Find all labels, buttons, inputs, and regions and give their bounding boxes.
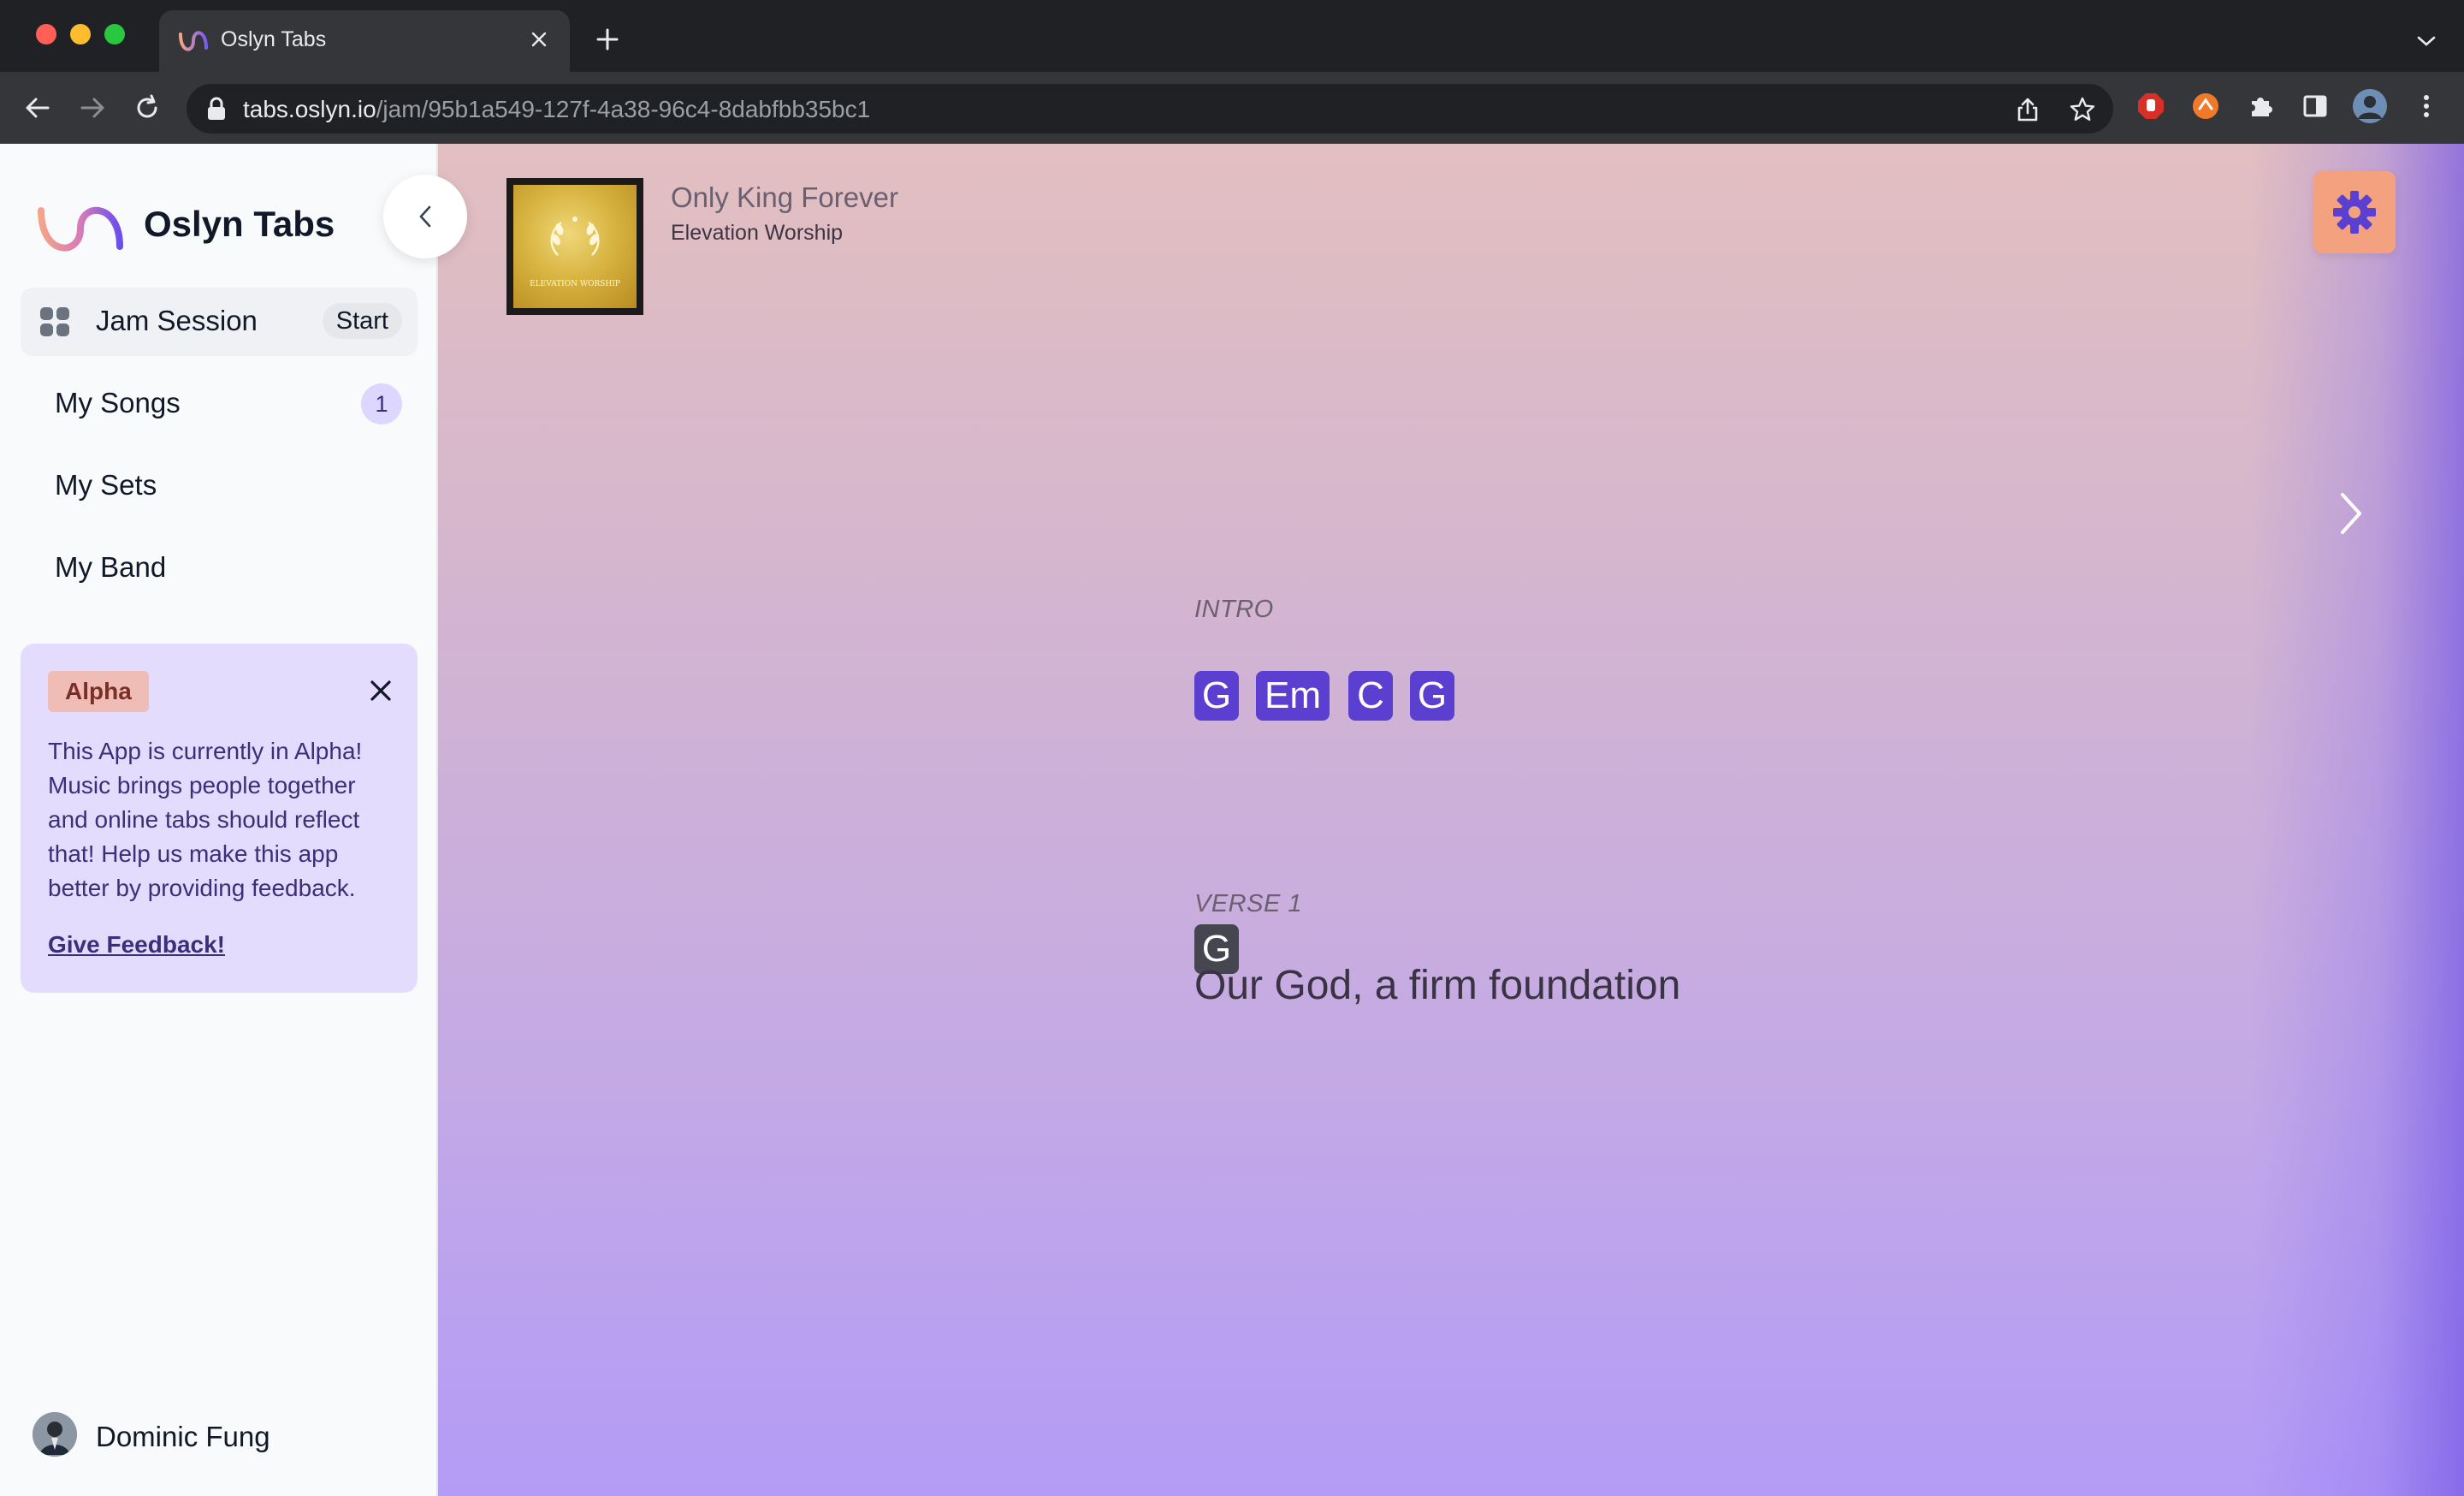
back-arrow-icon[interactable] <box>19 89 56 127</box>
gear-icon <box>2333 191 2376 234</box>
sidebar: Oslyn Tabs Jam Session Start My Songs 1 … <box>0 144 438 1496</box>
sidebar-item-label: Jam Session <box>96 305 258 336</box>
laurel-emblem-icon: ELEVATION WORSHIP <box>530 217 620 288</box>
settings-button[interactable] <box>2313 171 2396 253</box>
user-name: Dominic Fung <box>96 1421 270 1452</box>
chord-chip[interactable]: G <box>1410 671 1454 721</box>
browser-menu-icon[interactable] <box>2408 87 2445 125</box>
section-label-intro: INTRO <box>1194 596 1274 623</box>
next-section-chevron-icon[interactable] <box>2325 479 2377 548</box>
chord-chip[interactable]: C <box>1348 671 1393 721</box>
start-badge: Start <box>322 303 402 339</box>
avatar <box>33 1412 77 1457</box>
chord-chip[interactable]: Em <box>1256 671 1330 721</box>
edge-gradient <box>2250 144 2464 1496</box>
close-icon[interactable] <box>368 678 394 703</box>
section-label-verse-1: VERSE 1 <box>1194 890 1302 917</box>
album-art: ELEVATION WORSHIP <box>506 178 643 315</box>
address-bar[interactable]: tabs.oslyn.io/jam/95b1a549-127f-4a38-96c… <box>187 84 2113 134</box>
alpha-badge: Alpha <box>48 671 149 712</box>
adblock-extension-icon[interactable] <box>2132 87 2170 125</box>
new-tab-icon[interactable] <box>590 22 625 56</box>
profile-avatar-icon[interactable] <box>2351 87 2389 125</box>
sidebar-item-label: My Band <box>55 551 167 583</box>
oslyn-favicon-icon <box>179 31 208 51</box>
browser-tab[interactable]: Oslyn Tabs <box>159 10 570 72</box>
album-art-text: ELEVATION WORSHIP <box>530 280 620 288</box>
window-minimize-button[interactable] <box>70 24 91 45</box>
url-host: tabs.oslyn.io <box>243 96 376 122</box>
tab-search-chevron-icon[interactable] <box>2411 26 2442 56</box>
browser-tab-bar: Oslyn Tabs <box>0 0 2464 72</box>
brand-name: Oslyn Tabs <box>144 204 335 244</box>
browser-toolbar: tabs.oslyn.io/jam/95b1a549-127f-4a38-96c… <box>0 72 2464 144</box>
lock-icon <box>208 97 225 120</box>
tab-close-icon[interactable] <box>522 22 556 56</box>
bookmark-star-icon[interactable] <box>2067 94 2098 125</box>
give-feedback-link[interactable]: Give Feedback! <box>48 931 225 959</box>
url-text[interactable]: tabs.oslyn.io/jam/95b1a549-127f-4a38-96c… <box>243 96 870 123</box>
sidebar-item-jam-session[interactable]: Jam Session Start <box>21 288 418 356</box>
orange-extension-icon[interactable] <box>2187 87 2224 125</box>
lyric-line: Our God, a firm foundation <box>1194 963 1681 1008</box>
jam-session-view: ELEVATION WORSHIP Only King Forever Elev… <box>438 144 2464 1496</box>
alpha-notice-card: Alpha This App is currently in Alpha! Mu… <box>21 644 418 993</box>
sidebar-item-label: My Sets <box>55 469 157 501</box>
window-close-button[interactable] <box>36 24 56 45</box>
sidebar-item-my-songs[interactable]: My Songs 1 <box>21 370 418 438</box>
window-zoom-button[interactable] <box>104 24 125 45</box>
collapse-sidebar-button[interactable] <box>383 175 467 258</box>
grid-icon <box>40 307 69 336</box>
sidebar-item-label: My Songs <box>55 387 181 419</box>
share-icon[interactable] <box>2012 94 2043 125</box>
chord-chip[interactable]: G <box>1194 671 1239 721</box>
extensions-puzzle-icon[interactable] <box>2242 87 2279 125</box>
forward-arrow-icon[interactable] <box>74 89 111 127</box>
oslyn-logo-icon <box>38 206 123 252</box>
reload-icon[interactable] <box>128 89 166 127</box>
song-title: Only King Forever <box>671 181 898 213</box>
app-root: Oslyn Tabs Jam Session Start My Songs 1 … <box>0 144 2464 1496</box>
sidebar-item-my-sets[interactable]: My Sets <box>21 452 418 520</box>
alpha-notice-text: This App is currently in Alpha! Music br… <box>48 738 363 901</box>
sidebar-item-my-band[interactable]: My Band <box>21 534 418 603</box>
side-panel-icon[interactable] <box>2296 87 2334 125</box>
song-count-badge: 1 <box>361 383 402 424</box>
url-path: /jam/95b1a549-127f-4a38-96c4-8dabfbb35bc… <box>376 96 871 122</box>
browser-tab-title: Oslyn Tabs <box>221 27 327 51</box>
song-artist: Elevation Worship <box>671 221 844 245</box>
chevron-left-icon <box>419 205 431 228</box>
